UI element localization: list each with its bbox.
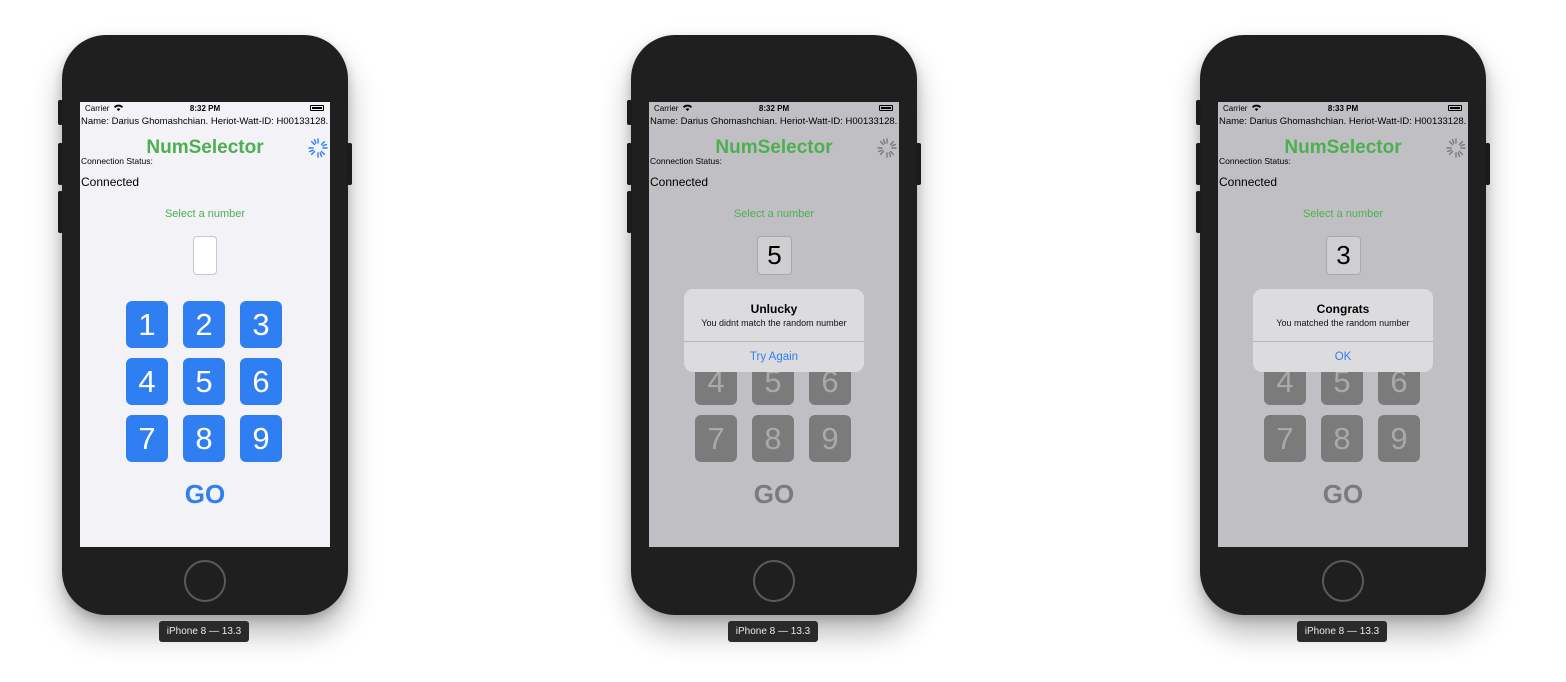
iphone-frame: Carrier 8:32 PM Name: Darius Ghomashchia… — [58, 35, 352, 615]
simulator-canvas: Carrier 8:32 PM Name: Darius Ghomashchia… — [0, 0, 1566, 682]
status-bar: Carrier 8:32 PM — [649, 102, 899, 115]
volume-up-button — [627, 143, 632, 185]
mute-switch — [627, 100, 632, 125]
key-1-button[interactable]: 1 — [126, 301, 168, 348]
app-screen: Carrier 8:33 PM Name: Darius Ghomashchia… — [1218, 102, 1468, 547]
selected-number-field[interactable]: 5 — [757, 236, 792, 275]
selected-number-field[interactable] — [193, 236, 217, 275]
selected-number-field[interactable]: 3 — [1326, 236, 1361, 275]
student-name-label: Name: Darius Ghomashchian. Heriot-Watt-I… — [1219, 116, 1467, 127]
power-button — [347, 143, 352, 185]
simulator-3: Carrier 8:33 PM Name: Darius Ghomashchia… — [1196, 0, 1500, 682]
alert-title: Congrats — [1316, 302, 1370, 316]
mute-switch — [58, 100, 63, 125]
key-9-button[interactable]: 9 — [240, 415, 282, 462]
key-3-button[interactable]: 3 — [240, 301, 282, 348]
volume-down-button — [1196, 191, 1201, 233]
app-screen: Carrier 8:32 PM Name: Darius Ghomashchia… — [649, 102, 899, 547]
home-button[interactable] — [753, 560, 795, 602]
connection-status-value: Connected — [1219, 175, 1278, 189]
alert-message: You matched the random number — [1276, 318, 1410, 328]
device-label: iPhone 8 — 13.3 — [728, 621, 818, 642]
status-bar: Carrier 8:33 PM — [1218, 102, 1468, 115]
key-9-button[interactable]: 9 — [809, 415, 851, 462]
go-button[interactable]: GO — [1218, 479, 1468, 510]
iphone-frame: Carrier 8:33 PM Name: Darius Ghomashchia… — [1196, 35, 1490, 615]
device-label: iPhone 8 — 13.3 — [1297, 621, 1387, 642]
key-8-button[interactable]: 8 — [183, 415, 225, 462]
key-7-button[interactable]: 7 — [695, 415, 737, 462]
key-8-button[interactable]: 8 — [752, 415, 794, 462]
number-keypad: 1 2 3 4 5 6 7 8 9 — [126, 301, 286, 466]
activity-spinner-icon — [308, 138, 328, 158]
battery-icon — [1448, 105, 1462, 111]
connection-status-label: Connection Status: — [81, 156, 153, 166]
status-time: 8:32 PM — [758, 104, 790, 113]
try-again-button[interactable]: Try Again — [684, 342, 864, 372]
status-time: 8:33 PM — [1327, 104, 1359, 113]
volume-down-button — [627, 191, 632, 233]
go-button[interactable]: GO — [80, 479, 330, 510]
home-button[interactable] — [1322, 560, 1364, 602]
key-8-button[interactable]: 8 — [1321, 415, 1363, 462]
status-bar: Carrier 8:32 PM — [80, 102, 330, 115]
result-alert: Unlucky You didnt match the random numbe… — [684, 289, 864, 372]
power-button — [1485, 143, 1490, 185]
student-name-label: Name: Darius Ghomashchian. Heriot-Watt-I… — [650, 116, 898, 127]
app-screen: Carrier 8:32 PM Name: Darius Ghomashchia… — [80, 102, 330, 547]
key-9-button[interactable]: 9 — [1378, 415, 1420, 462]
select-number-label: Select a number — [1302, 208, 1384, 220]
device-label: iPhone 8 — 13.3 — [159, 621, 249, 642]
connection-status-label: Connection Status: — [650, 156, 722, 166]
select-number-label: Select a number — [164, 208, 246, 220]
student-name-label: Name: Darius Ghomashchian. Heriot-Watt-I… — [81, 116, 329, 127]
key-6-button[interactable]: 6 — [240, 358, 282, 405]
status-time: 8:32 PM — [189, 104, 221, 113]
battery-icon — [310, 105, 324, 111]
alert-message: You didnt match the random number — [701, 318, 847, 328]
connection-status-value: Connected — [650, 175, 709, 189]
alert-title: Unlucky — [750, 302, 798, 316]
volume-up-button — [1196, 143, 1201, 185]
activity-spinner-icon — [1446, 138, 1466, 158]
result-alert: Congrats You matched the random number O… — [1253, 289, 1433, 372]
key-7-button[interactable]: 7 — [1264, 415, 1306, 462]
simulator-1: Carrier 8:32 PM Name: Darius Ghomashchia… — [58, 0, 362, 682]
volume-down-button — [58, 191, 63, 233]
ok-button[interactable]: OK — [1253, 342, 1433, 372]
go-button[interactable]: GO — [649, 479, 899, 510]
home-button[interactable] — [184, 560, 226, 602]
select-number-label: Select a number — [733, 208, 815, 220]
key-7-button[interactable]: 7 — [126, 415, 168, 462]
connection-status-label: Connection Status: — [1219, 156, 1291, 166]
key-5-button[interactable]: 5 — [183, 358, 225, 405]
simulator-2: Carrier 8:32 PM Name: Darius Ghomashchia… — [627, 0, 931, 682]
iphone-frame: Carrier 8:32 PM Name: Darius Ghomashchia… — [627, 35, 921, 615]
key-2-button[interactable]: 2 — [183, 301, 225, 348]
mute-switch — [1196, 100, 1201, 125]
battery-icon — [879, 105, 893, 111]
activity-spinner-icon — [877, 138, 897, 158]
connection-status-value: Connected — [81, 175, 140, 189]
volume-up-button — [58, 143, 63, 185]
key-4-button[interactable]: 4 — [126, 358, 168, 405]
power-button — [916, 143, 921, 185]
